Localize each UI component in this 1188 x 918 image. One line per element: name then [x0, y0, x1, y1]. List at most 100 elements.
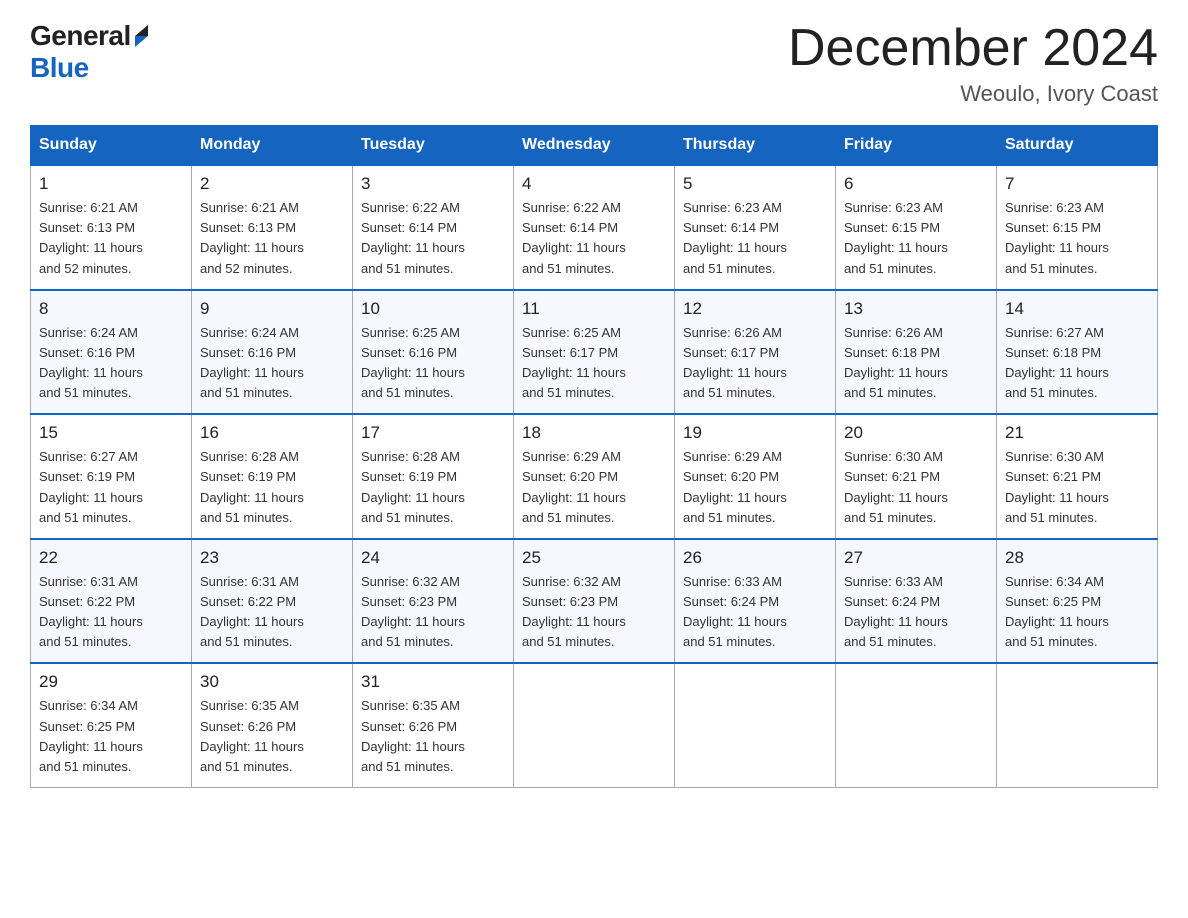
- header-wednesday: Wednesday: [514, 126, 675, 166]
- day-info: Sunrise: 6:32 AM Sunset: 6:23 PM Dayligh…: [361, 572, 505, 653]
- calendar-week-row: 22 Sunrise: 6:31 AM Sunset: 6:22 PM Dayli…: [31, 539, 1158, 664]
- day-info: Sunrise: 6:23 AM Sunset: 6:14 PM Dayligh…: [683, 198, 827, 279]
- day-number: 3: [361, 174, 505, 194]
- day-number: 8: [39, 299, 183, 319]
- header-friday: Friday: [836, 126, 997, 166]
- day-info: Sunrise: 6:22 AM Sunset: 6:14 PM Dayligh…: [522, 198, 666, 279]
- day-info: Sunrise: 6:22 AM Sunset: 6:14 PM Dayligh…: [361, 198, 505, 279]
- calendar-day-cell: 2 Sunrise: 6:21 AM Sunset: 6:13 PM Daylig…: [192, 165, 353, 290]
- logo: General Blue: [30, 20, 148, 84]
- calendar-day-cell: 16Sunrise: 6:28 AM Sunset: 6:19 PM Dayli…: [192, 414, 353, 539]
- calendar-day-cell: 15 Sunrise: 6:27 AM Sunset: 6:19 PM Dayli…: [31, 414, 192, 539]
- calendar-day-cell: 24 Sunrise: 6:32 AM Sunset: 6:23 PM Dayli…: [353, 539, 514, 664]
- day-info: Sunrise: 6:33 AM Sunset: 6:24 PM Dayligh…: [683, 572, 827, 653]
- day-info: Sunrise: 6:27 AM Sunset: 6:18 PM Dayligh…: [1005, 323, 1149, 404]
- day-info: Sunrise: 6:32 AM Sunset: 6:23 PM Dayligh…: [522, 572, 666, 653]
- day-info: Sunrise: 6:25 AM Sunset: 6:17 PM Dayligh…: [522, 323, 666, 404]
- day-info: Sunrise: 6:34 AM Sunset: 6:25 PM Dayligh…: [1005, 572, 1149, 653]
- day-number: 14: [1005, 299, 1149, 319]
- day-number: 26: [683, 548, 827, 568]
- day-info: Sunrise: 6:31 AM Sunset: 6:22 PM Dayligh…: [39, 572, 183, 653]
- calendar-header-row: SundayMondayTuesdayWednesdayThursdayFrid…: [31, 126, 1158, 166]
- calendar-day-cell: 21Sunrise: 6:30 AM Sunset: 6:21 PM Dayli…: [997, 414, 1158, 539]
- calendar-day-cell: 25Sunrise: 6:32 AM Sunset: 6:23 PM Dayli…: [514, 539, 675, 664]
- header-tuesday: Tuesday: [353, 126, 514, 166]
- calendar-day-cell: 1 Sunrise: 6:21 AM Sunset: 6:13 PM Daylig…: [31, 165, 192, 290]
- logo-general-text: General: [30, 20, 131, 52]
- day-info: Sunrise: 6:26 AM Sunset: 6:17 PM Dayligh…: [683, 323, 827, 404]
- header-sunday: Sunday: [31, 126, 192, 166]
- calendar-day-cell: 5Sunrise: 6:23 AM Sunset: 6:14 PM Daylig…: [675, 165, 836, 290]
- day-info: Sunrise: 6:24 AM Sunset: 6:16 PM Dayligh…: [39, 323, 183, 404]
- calendar-day-cell: 27Sunrise: 6:33 AM Sunset: 6:24 PM Dayli…: [836, 539, 997, 664]
- day-number: 30: [200, 672, 344, 692]
- calendar-empty-cell: [675, 663, 836, 787]
- calendar-empty-cell: [514, 663, 675, 787]
- page-header: General Blue December 2024 Weoulo, Ivory…: [30, 20, 1158, 107]
- header-thursday: Thursday: [675, 126, 836, 166]
- day-info: Sunrise: 6:29 AM Sunset: 6:20 PM Dayligh…: [683, 447, 827, 528]
- logo-blue-text: Blue: [30, 52, 89, 84]
- calendar-day-cell: 17 Sunrise: 6:28 AM Sunset: 6:19 PM Dayli…: [353, 414, 514, 539]
- calendar-day-cell: 11 Sunrise: 6:25 AM Sunset: 6:17 PM Dayli…: [514, 290, 675, 415]
- day-number: 29: [39, 672, 183, 692]
- day-info: Sunrise: 6:26 AM Sunset: 6:18 PM Dayligh…: [844, 323, 988, 404]
- day-number: 17: [361, 423, 505, 443]
- day-info: Sunrise: 6:24 AM Sunset: 6:16 PM Dayligh…: [200, 323, 344, 404]
- calendar-day-cell: 8 Sunrise: 6:24 AM Sunset: 6:16 PM Daylig…: [31, 290, 192, 415]
- day-info: Sunrise: 6:35 AM Sunset: 6:26 PM Dayligh…: [361, 696, 505, 777]
- calendar-day-cell: 30Sunrise: 6:35 AM Sunset: 6:26 PM Dayli…: [192, 663, 353, 787]
- day-number: 12: [683, 299, 827, 319]
- day-number: 7: [1005, 174, 1149, 194]
- calendar-day-cell: 12 Sunrise: 6:26 AM Sunset: 6:17 PM Dayli…: [675, 290, 836, 415]
- day-info: Sunrise: 6:23 AM Sunset: 6:15 PM Dayligh…: [844, 198, 988, 279]
- day-info: Sunrise: 6:25 AM Sunset: 6:16 PM Dayligh…: [361, 323, 505, 404]
- calendar-empty-cell: [997, 663, 1158, 787]
- day-info: Sunrise: 6:29 AM Sunset: 6:20 PM Dayligh…: [522, 447, 666, 528]
- day-number: 13: [844, 299, 988, 319]
- day-number: 21: [1005, 423, 1149, 443]
- calendar-day-cell: 28 Sunrise: 6:34 AM Sunset: 6:25 PM Dayli…: [997, 539, 1158, 664]
- day-number: 19: [683, 423, 827, 443]
- day-number: 15: [39, 423, 183, 443]
- day-info: Sunrise: 6:21 AM Sunset: 6:13 PM Dayligh…: [39, 198, 183, 279]
- day-info: Sunrise: 6:28 AM Sunset: 6:19 PM Dayligh…: [361, 447, 505, 528]
- calendar-week-row: 29 Sunrise: 6:34 AM Sunset: 6:25 PM Dayli…: [31, 663, 1158, 787]
- calendar-day-cell: 7 Sunrise: 6:23 AM Sunset: 6:15 PM Daylig…: [997, 165, 1158, 290]
- header-saturday: Saturday: [997, 126, 1158, 166]
- day-info: Sunrise: 6:34 AM Sunset: 6:25 PM Dayligh…: [39, 696, 183, 777]
- day-number: 6: [844, 174, 988, 194]
- header-monday: Monday: [192, 126, 353, 166]
- calendar-empty-cell: [836, 663, 997, 787]
- calendar-day-cell: 3 Sunrise: 6:22 AM Sunset: 6:14 PM Daylig…: [353, 165, 514, 290]
- day-number: 11: [522, 299, 666, 319]
- calendar-day-cell: 19 Sunrise: 6:29 AM Sunset: 6:20 PM Dayli…: [675, 414, 836, 539]
- day-number: 2: [200, 174, 344, 194]
- calendar-table: SundayMondayTuesdayWednesdayThursdayFrid…: [30, 125, 1158, 788]
- calendar-day-cell: 29 Sunrise: 6:34 AM Sunset: 6:25 PM Dayli…: [31, 663, 192, 787]
- page-title: December 2024: [788, 20, 1158, 77]
- calendar-day-cell: 26 Sunrise: 6:33 AM Sunset: 6:24 PM Dayli…: [675, 539, 836, 664]
- calendar-day-cell: 10Sunrise: 6:25 AM Sunset: 6:16 PM Dayli…: [353, 290, 514, 415]
- calendar-day-cell: 31Sunrise: 6:35 AM Sunset: 6:26 PM Dayli…: [353, 663, 514, 787]
- day-info: Sunrise: 6:23 AM Sunset: 6:15 PM Dayligh…: [1005, 198, 1149, 279]
- day-info: Sunrise: 6:30 AM Sunset: 6:21 PM Dayligh…: [844, 447, 988, 528]
- day-number: 20: [844, 423, 988, 443]
- day-number: 24: [361, 548, 505, 568]
- day-info: Sunrise: 6:28 AM Sunset: 6:19 PM Dayligh…: [200, 447, 344, 528]
- day-number: 23: [200, 548, 344, 568]
- calendar-week-row: 8 Sunrise: 6:24 AM Sunset: 6:16 PM Daylig…: [31, 290, 1158, 415]
- day-number: 22: [39, 548, 183, 568]
- calendar-day-cell: 14 Sunrise: 6:27 AM Sunset: 6:18 PM Dayli…: [997, 290, 1158, 415]
- calendar-day-cell: 18 Sunrise: 6:29 AM Sunset: 6:20 PM Dayli…: [514, 414, 675, 539]
- calendar-day-cell: 23Sunrise: 6:31 AM Sunset: 6:22 PM Dayli…: [192, 539, 353, 664]
- day-number: 28: [1005, 548, 1149, 568]
- day-number: 1: [39, 174, 183, 194]
- calendar-day-cell: 20 Sunrise: 6:30 AM Sunset: 6:21 PM Dayli…: [836, 414, 997, 539]
- day-number: 9: [200, 299, 344, 319]
- day-info: Sunrise: 6:27 AM Sunset: 6:19 PM Dayligh…: [39, 447, 183, 528]
- calendar-day-cell: 4Sunrise: 6:22 AM Sunset: 6:14 PM Daylig…: [514, 165, 675, 290]
- day-number: 27: [844, 548, 988, 568]
- day-number: 18: [522, 423, 666, 443]
- day-info: Sunrise: 6:21 AM Sunset: 6:13 PM Dayligh…: [200, 198, 344, 279]
